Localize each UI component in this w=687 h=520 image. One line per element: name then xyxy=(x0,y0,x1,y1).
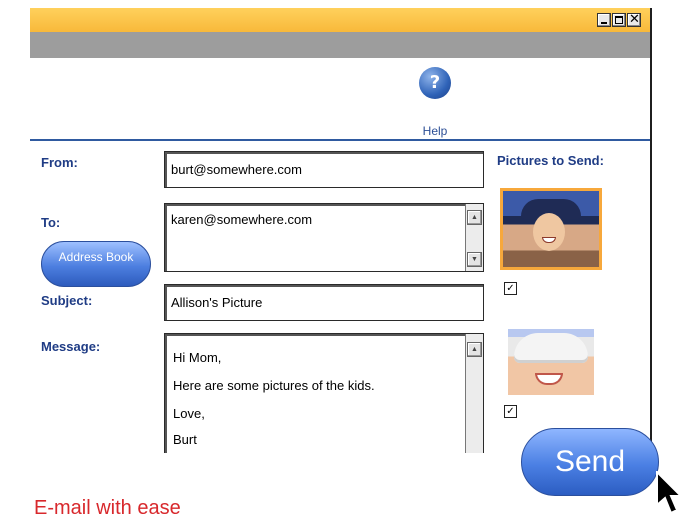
scroll-up-icon[interactable]: ▲ xyxy=(467,210,482,225)
to-value: karen@somewhere.com xyxy=(171,212,313,227)
header-divider xyxy=(30,139,650,141)
message-scrollbar[interactable]: ▲ xyxy=(465,334,483,453)
tagline: E-mail with ease xyxy=(34,497,181,519)
check-icon: ✓ xyxy=(506,406,515,417)
message-label: Message: xyxy=(41,339,101,354)
address-book-button[interactable]: Address Book xyxy=(41,241,151,287)
from-field[interactable]: burt@somewhere.com xyxy=(164,151,484,188)
check-icon: ✓ xyxy=(506,283,515,294)
subject-field[interactable]: Allison's Picture xyxy=(164,284,484,321)
send-button[interactable]: Send xyxy=(521,428,659,496)
close-icon: ✕ xyxy=(629,12,640,27)
message-line: Here are some pictures of the kids. xyxy=(173,378,375,393)
to-field[interactable]: karen@somewhere.com ▲ ▼ xyxy=(164,203,484,272)
help-icon[interactable]: ? xyxy=(419,67,451,99)
scroll-down-icon[interactable]: ▼ xyxy=(467,252,482,267)
scroll-up-icon[interactable]: ▲ xyxy=(467,342,482,357)
pictures-label: Pictures to Send: xyxy=(497,153,604,168)
title-bar[interactable]: ✕ xyxy=(30,8,650,32)
maximize-button[interactable] xyxy=(612,13,626,27)
picture-1-checkbox[interactable]: ✓ xyxy=(504,282,517,295)
subject-label: Subject: xyxy=(41,293,93,308)
toolbar xyxy=(30,32,650,58)
picture-2-checkbox[interactable]: ✓ xyxy=(504,405,517,418)
close-button[interactable]: ✕ xyxy=(627,12,641,27)
message-line: Burt xyxy=(173,432,197,447)
mouse-cursor-icon xyxy=(656,471,683,515)
to-scrollbar[interactable]: ▲ ▼ xyxy=(465,204,483,271)
minimize-button[interactable] xyxy=(597,13,611,27)
message-line: Love, xyxy=(173,406,205,421)
picture-thumbnail-2[interactable] xyxy=(508,329,594,395)
from-label: From: xyxy=(41,155,78,170)
email-window: ✕ ? Help From: burt@somewhere.com To: ka… xyxy=(30,8,652,453)
minimize-icon xyxy=(601,22,607,24)
message-field[interactable]: Hi Mom, Here are some pictures of the ki… xyxy=(164,333,484,453)
maximize-icon xyxy=(615,16,623,24)
picture-thumbnail-1[interactable] xyxy=(500,188,602,270)
message-line: Hi Mom, xyxy=(173,350,222,365)
to-label: To: xyxy=(41,215,61,230)
help-label[interactable]: Help xyxy=(419,124,451,138)
